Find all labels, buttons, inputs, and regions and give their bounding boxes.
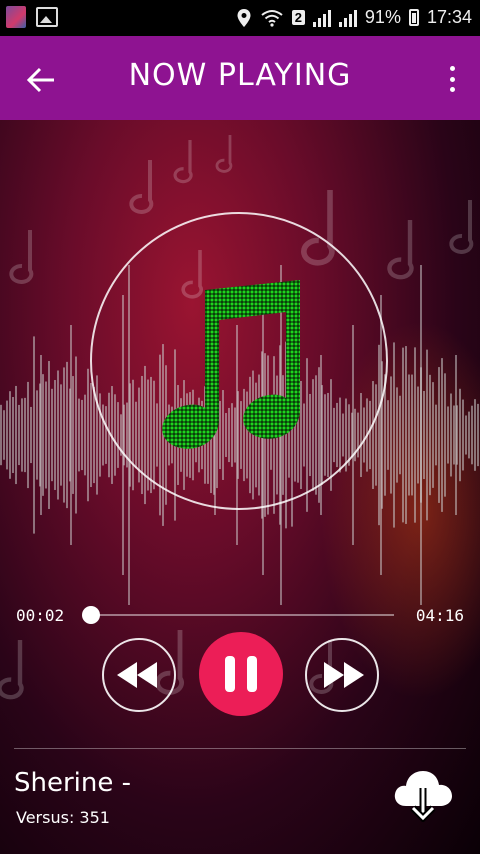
- overflow-menu-button[interactable]: [448, 66, 456, 92]
- track-title: Sherine -: [14, 768, 132, 798]
- status-indicators: 2 91% 17:34: [236, 7, 472, 28]
- rewind-icon: [117, 662, 157, 688]
- more-vert-icon: [449, 66, 455, 71]
- location-icon: [237, 8, 251, 27]
- fast-forward-button[interactable]: [305, 638, 379, 712]
- wifi-icon: [261, 9, 283, 27]
- fast-forward-icon: [324, 662, 364, 688]
- cloud-download-icon: [394, 771, 452, 823]
- pause-icon: [225, 656, 257, 692]
- signal-2-icon: [338, 9, 357, 27]
- divider: [14, 748, 466, 749]
- clock: 17:34: [426, 7, 472, 27]
- page-title: NOW PLAYING: [128, 58, 352, 93]
- total-time: 04:16: [415, 606, 464, 625]
- pause-button[interactable]: [199, 632, 283, 716]
- sim-badge: 2: [291, 10, 305, 25]
- app-bar: NOW PLAYING: [0, 36, 480, 120]
- seek-bar[interactable]: [82, 606, 394, 624]
- signal-icon: [312, 9, 331, 27]
- versus-label: Versus: 351: [16, 808, 110, 827]
- image-notification-icon: [36, 7, 58, 27]
- status-notifications: [6, 6, 58, 28]
- status-bar: 2 91% 17:34: [0, 0, 480, 36]
- battery-percent: 91%: [364, 7, 401, 27]
- player-stage: 00:02 04:16 Sherine - Versus: 351: [0, 120, 480, 854]
- app-thumbnail-icon: [6, 6, 26, 28]
- current-time: 00:02: [16, 606, 65, 625]
- music-note-icon: [162, 280, 300, 449]
- battery-icon: [408, 9, 419, 26]
- download-button[interactable]: [392, 766, 454, 823]
- rewind-button[interactable]: [102, 638, 176, 712]
